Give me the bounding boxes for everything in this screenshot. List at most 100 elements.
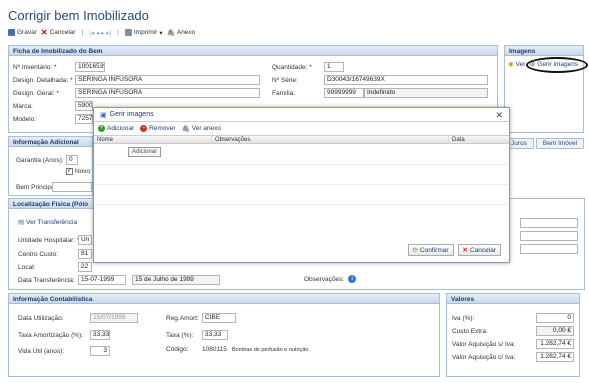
quantidade-label: Quantidade: *	[272, 63, 312, 71]
paperclip-icon: 🖇	[166, 29, 175, 37]
reg-amort-field[interactable]: CIBE	[202, 313, 236, 323]
vida-util-field[interactable]: 3	[90, 346, 110, 356]
iva-label: Iva (%):	[452, 314, 475, 322]
eye-icon: ◉	[508, 61, 514, 68]
ver-imagem-link[interactable]: ◉ Ver	[508, 60, 525, 69]
valores-header: Valores	[447, 294, 579, 304]
taxa-label: Taxa (%):	[166, 331, 194, 339]
localizacao-right-field-2[interactable]	[520, 231, 578, 241]
familia-desc-field: Indefinido	[364, 88, 488, 98]
taxa-amortizacao-label: Taxa Amortização (%):	[18, 331, 84, 339]
dialog-title: Gerir imagens	[109, 111, 154, 118]
tab-bar: Juros Bem Imóvel	[504, 138, 586, 149]
data-transferencia-field[interactable]: 15-07-1999	[78, 275, 126, 285]
valor-c-iva-label: Valor Aquisição c/ Iva:	[452, 353, 516, 361]
marca-label: Marca:	[13, 102, 33, 110]
modelo-field[interactable]: 7257	[75, 114, 93, 124]
dialog-cancel-button[interactable]: ✕ Cancelar	[457, 244, 501, 256]
data-utilizacao-label: Data Utilização:	[18, 314, 64, 322]
cancel-label: Cancelar	[49, 29, 76, 36]
images-grid-body[interactable]: Adicionar	[94, 144, 509, 232]
bem-principal-field[interactable]	[52, 182, 92, 192]
info-adicional-header: Informação Adicional	[9, 137, 92, 147]
inventario-label: Nº Inventário: *	[13, 63, 57, 71]
marca-field[interactable]: 5900	[75, 101, 93, 111]
image-icon: ▣	[100, 111, 107, 119]
serie-field[interactable]: D30043/16749639X	[324, 75, 488, 85]
garantia-field[interactable]: 0	[66, 155, 78, 165]
add-image-button[interactable]: + Adicionar	[98, 125, 134, 132]
data-extenso-field: 15 de Julho de 1999	[132, 275, 220, 285]
valor-s-iva-field[interactable]: 1.282,74 €	[536, 339, 574, 349]
contabilistica-header: Informação Contabilística	[9, 294, 439, 304]
remove-icon: −	[140, 125, 148, 132]
localizacao-right-field-1[interactable]	[520, 218, 578, 228]
view-label: Ver anexo	[191, 125, 222, 132]
localizacao-right-field-3[interactable]	[520, 244, 578, 254]
observacoes-label: Observações:	[304, 275, 345, 283]
dialog-titlebar[interactable]: ▣ Gerir imagens	[94, 108, 509, 122]
garantia-label: Garantia (Anos):	[16, 156, 64, 164]
reg-amort-label: Reg.Amort:	[166, 314, 199, 322]
save-button[interactable]: Gravar	[8, 29, 37, 36]
cancel-icon: ✕	[40, 28, 48, 37]
grid-row-divider	[94, 184, 509, 185]
novo-label: Novo	[75, 168, 91, 175]
codigo-value: 1080115	[202, 346, 227, 353]
print-icon	[124, 29, 132, 36]
add-icon: +	[98, 125, 105, 132]
dialog-cancel-label: Cancelar	[469, 246, 496, 254]
cancel-button[interactable]: ✕ Cancelar	[41, 28, 76, 37]
record-navigation[interactable]: |◂ ◂ ▸ ▸|	[89, 29, 111, 37]
save-icon	[8, 29, 15, 36]
paperclip-icon: 🖇	[181, 125, 190, 133]
quantidade-field[interactable]: 1	[324, 62, 344, 72]
design-geral-label: Design. Geral: *	[13, 89, 59, 97]
view-attachment-button[interactable]: 🖇 Ver anexo	[181, 125, 221, 133]
col-data[interactable]: Data	[449, 136, 509, 143]
confirm-button[interactable]: ⟳ Confirmar	[407, 244, 454, 256]
design-geral-field[interactable]: SERINGA INFUSORA	[75, 88, 260, 98]
design-detalhada-field[interactable]: SERINGA INFUSORA	[75, 75, 260, 85]
remove-image-button[interactable]: − Remover	[140, 125, 175, 132]
col-observacoes[interactable]: Observações	[212, 136, 449, 143]
attach-button[interactable]: 🖇 Anexo	[167, 29, 196, 37]
cancel-icon: ✕	[462, 247, 468, 254]
bem-principal-label: Bem Principal:	[16, 183, 58, 191]
valor-c-iva-field[interactable]: 1.282,74 €	[536, 352, 574, 362]
tab-bem-imovel[interactable]: Bem Imóvel	[535, 138, 585, 149]
dialog-footer: ⟳ Confirmar ✕ Cancelar	[407, 244, 501, 256]
save-label: Gravar	[17, 29, 37, 36]
ficha-header: Ficha de Imobilizado do Bem	[9, 46, 497, 56]
confirm-icon: ⟳	[412, 247, 418, 254]
images-grid-header: Nome Observações Data	[94, 135, 509, 144]
toolbar: Gravar ✕ Cancelar | |◂ ◂ ▸ ▸| | Imprimir…	[8, 28, 195, 37]
iva-field[interactable]: 0	[536, 313, 574, 323]
centro-custo-field[interactable]: 81	[78, 249, 92, 259]
centro-custo-label: Centro Custo:	[18, 250, 59, 258]
novo-checkbox[interactable]: ✓	[66, 168, 73, 175]
inventario-field[interactable]: 10016539	[75, 62, 105, 72]
print-button[interactable]: Imprimir ▾	[124, 29, 163, 37]
custo-extra-field: 0,00 €	[536, 326, 574, 336]
close-icon[interactable]: ✕	[495, 110, 503, 121]
local-field[interactable]: 22	[78, 262, 92, 272]
info-icon[interactable]: i	[348, 275, 357, 283]
toolbar-separator: |	[81, 29, 84, 36]
codigo-label: Código:	[166, 346, 189, 353]
transfer-icon: ▤	[18, 219, 25, 226]
familia-label: Família:	[272, 89, 296, 97]
toolbar-separator: |	[117, 29, 119, 36]
familia-code-field[interactable]: 99999999	[324, 88, 364, 98]
data-transferencia-label: Data Transferência:	[18, 276, 75, 284]
add-label: Adicionar	[107, 125, 135, 132]
col-nome[interactable]: Nome	[94, 136, 212, 143]
ver-transferencia-link[interactable]: Ver Transferência	[26, 219, 77, 226]
add-tooltip: Adicionar	[128, 147, 162, 157]
codigo-desc: Bombas de perfusão e nutrição	[232, 346, 309, 353]
taxa-amortizacao-field[interactable]: 33,33	[90, 330, 110, 340]
taxa-field[interactable]: 33,33	[202, 330, 228, 340]
print-label: Imprimir	[133, 29, 158, 36]
unidade-field[interactable]: Un	[78, 235, 92, 245]
imagens-header: Imagens	[505, 46, 583, 56]
